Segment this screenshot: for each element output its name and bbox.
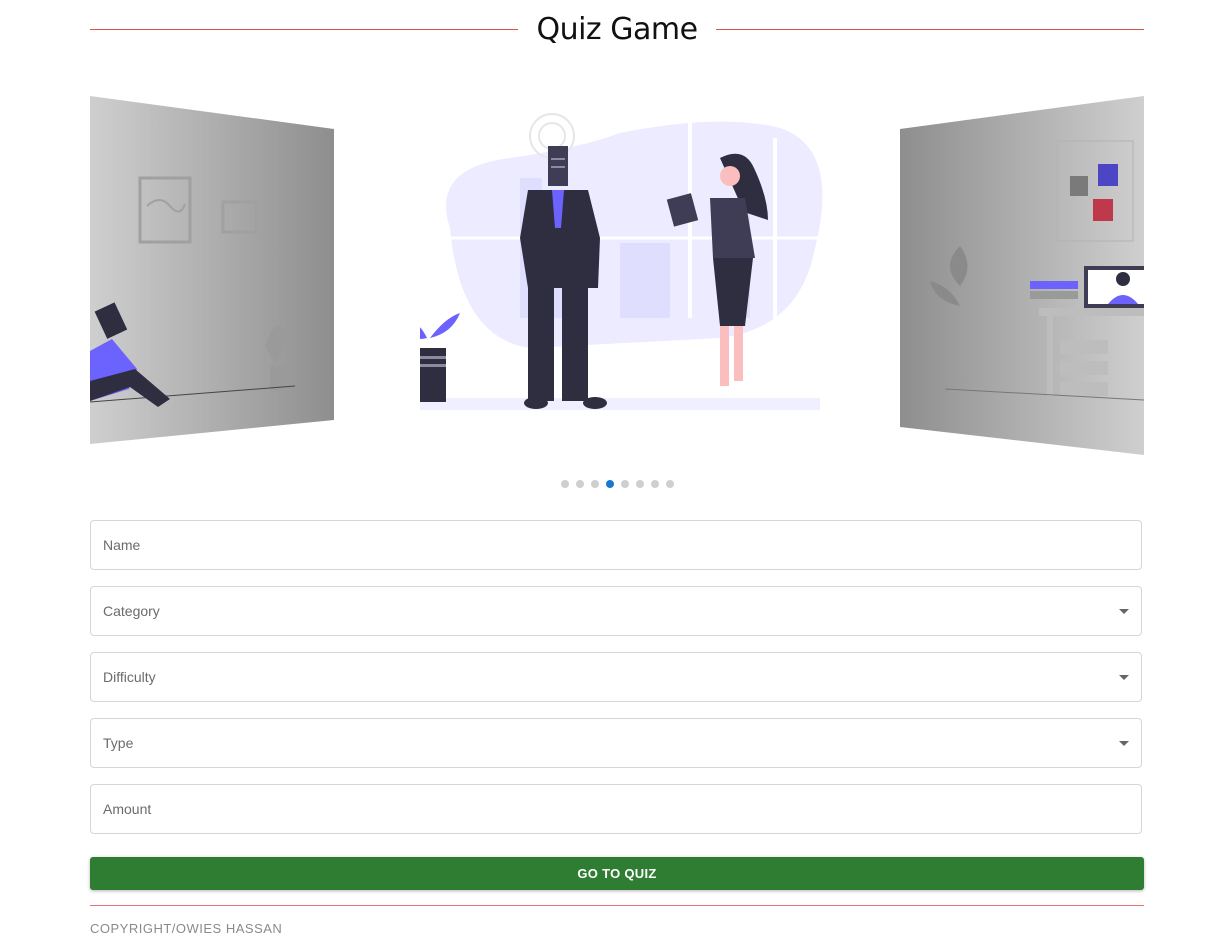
carousel-dot[interactable] [620, 480, 629, 488]
go-to-quiz-button[interactable]: GO TO QUIZ [90, 857, 1144, 890]
category-select[interactable]: Category [90, 586, 1142, 636]
carousel-dot[interactable] [665, 480, 674, 488]
chevron-down-icon [1119, 675, 1129, 680]
carousel-slide-prev[interactable] [90, 96, 334, 456]
amount-placeholder: Amount [103, 801, 152, 817]
name-placeholder: Name [103, 537, 141, 553]
carousel-dot[interactable] [575, 480, 584, 488]
category-placeholder: Category [103, 603, 160, 619]
title-divider-left [90, 29, 518, 30]
carousel-dot[interactable] [635, 480, 644, 488]
type-select[interactable]: Type [90, 718, 1142, 768]
copyright-text: COPYRIGHT/OWIES HASSAN [90, 921, 283, 936]
footer-divider [90, 905, 1144, 906]
type-placeholder: Type [103, 735, 134, 751]
chevron-down-icon [1119, 741, 1129, 746]
carousel-pagination [90, 480, 1144, 494]
difficulty-placeholder: Difficulty [103, 669, 156, 685]
chevron-down-icon [1119, 609, 1129, 614]
page-title: Quiz Game [536, 12, 698, 47]
carousel-dot[interactable] [650, 480, 659, 488]
carousel-slide-next[interactable] [900, 96, 1144, 456]
carousel-dot[interactable] [605, 480, 614, 488]
carousel-dot[interactable] [590, 480, 599, 488]
page-header: Quiz Game [90, 8, 1144, 52]
difficulty-select[interactable]: Difficulty [90, 652, 1142, 702]
carousel-dot[interactable] [560, 480, 569, 488]
image-carousel[interactable] [90, 90, 1144, 460]
title-divider-right [716, 29, 1144, 30]
name-input[interactable]: Name [90, 520, 1142, 570]
amount-input[interactable]: Amount [90, 784, 1142, 834]
carousel-slide-active[interactable] [420, 108, 840, 418]
